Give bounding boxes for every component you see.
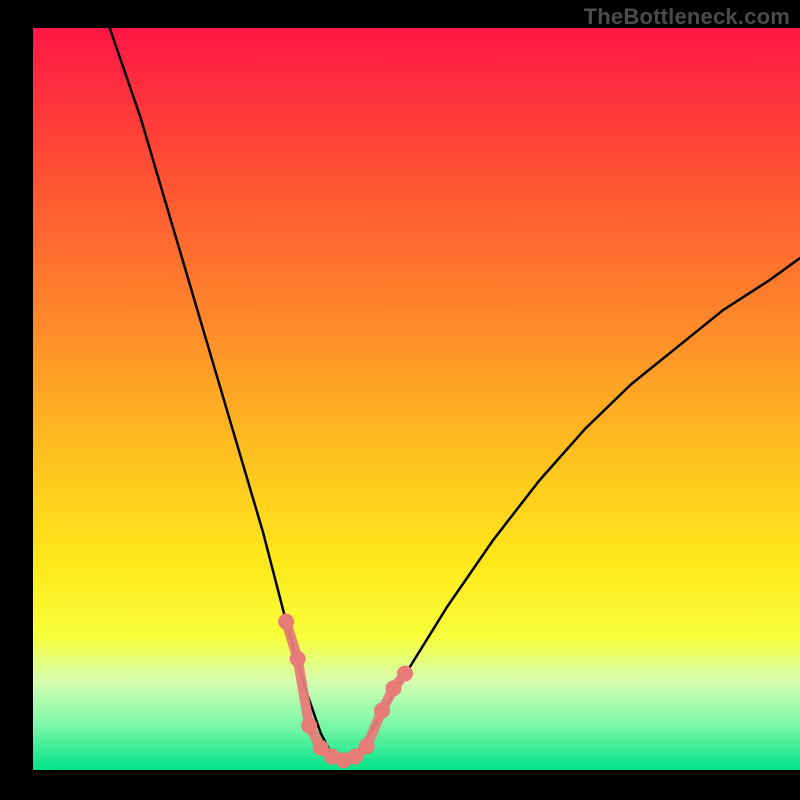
highlight-dot [301,717,317,733]
highlight-dot [397,666,413,682]
highlight-dot [278,614,294,630]
chart-stage: TheBottleneck.com [0,0,800,800]
watermark-label: TheBottleneck.com [584,4,790,30]
highlight-dot [385,680,401,696]
highlight-dot [290,651,306,667]
highlight-dot [359,738,375,754]
bottleneck-chart [0,0,800,800]
highlight-dot [374,703,390,719]
